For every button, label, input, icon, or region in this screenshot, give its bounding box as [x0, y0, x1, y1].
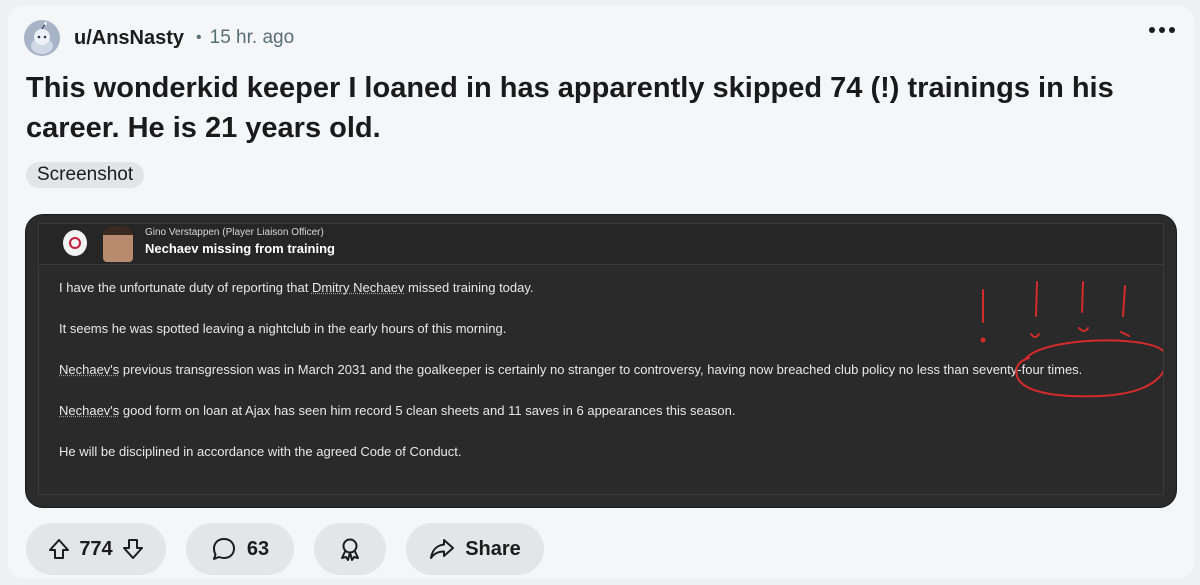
red-annotation-marks: [980, 281, 1163, 398]
downvote-button[interactable]: [121, 537, 145, 561]
share-label: Share: [465, 537, 521, 560]
upvote-arrow-icon: [49, 539, 70, 559]
comment-count: 63: [246, 537, 270, 560]
upvote-button[interactable]: [47, 537, 71, 561]
vote-bar: 774: [26, 523, 166, 575]
vote-count: 774: [79, 537, 113, 560]
comment-bubble-icon: [212, 538, 235, 560]
snoo-avatar-icon: [31, 22, 53, 54]
more-options-button[interactable]: [1148, 14, 1176, 40]
post-actions: 774 63 Share: [26, 523, 564, 575]
downvote-arrow-icon: [122, 539, 143, 559]
share-arrow-icon: [430, 539, 455, 559]
ellipsis-icon: [1149, 27, 1175, 33]
post-flair[interactable]: Screenshot: [26, 162, 145, 188]
post-header: u/AnsNasty • 15 hr. ago: [24, 16, 1174, 60]
award-button[interactable]: [314, 523, 386, 575]
share-button[interactable]: Share: [406, 523, 544, 575]
avatar[interactable]: [24, 20, 60, 56]
username[interactable]: u/AnsNasty: [74, 27, 184, 50]
comments-button[interactable]: 63: [186, 523, 294, 575]
game-message-panel: Gino Verstappen (Player Liaison Officer)…: [38, 223, 1164, 495]
award-ribbon-icon: [341, 538, 359, 561]
post-card: u/AnsNasty • 15 hr. ago This wonderkid k…: [8, 6, 1194, 578]
separator-dot: •: [196, 29, 202, 46]
post-time: 15 hr. ago: [209, 27, 295, 48]
post-image[interactable]: Gino Verstappen (Player Liaison Officer)…: [25, 214, 1177, 508]
post-title[interactable]: This wonderkid keeper I loaned in has ap…: [26, 68, 1156, 148]
